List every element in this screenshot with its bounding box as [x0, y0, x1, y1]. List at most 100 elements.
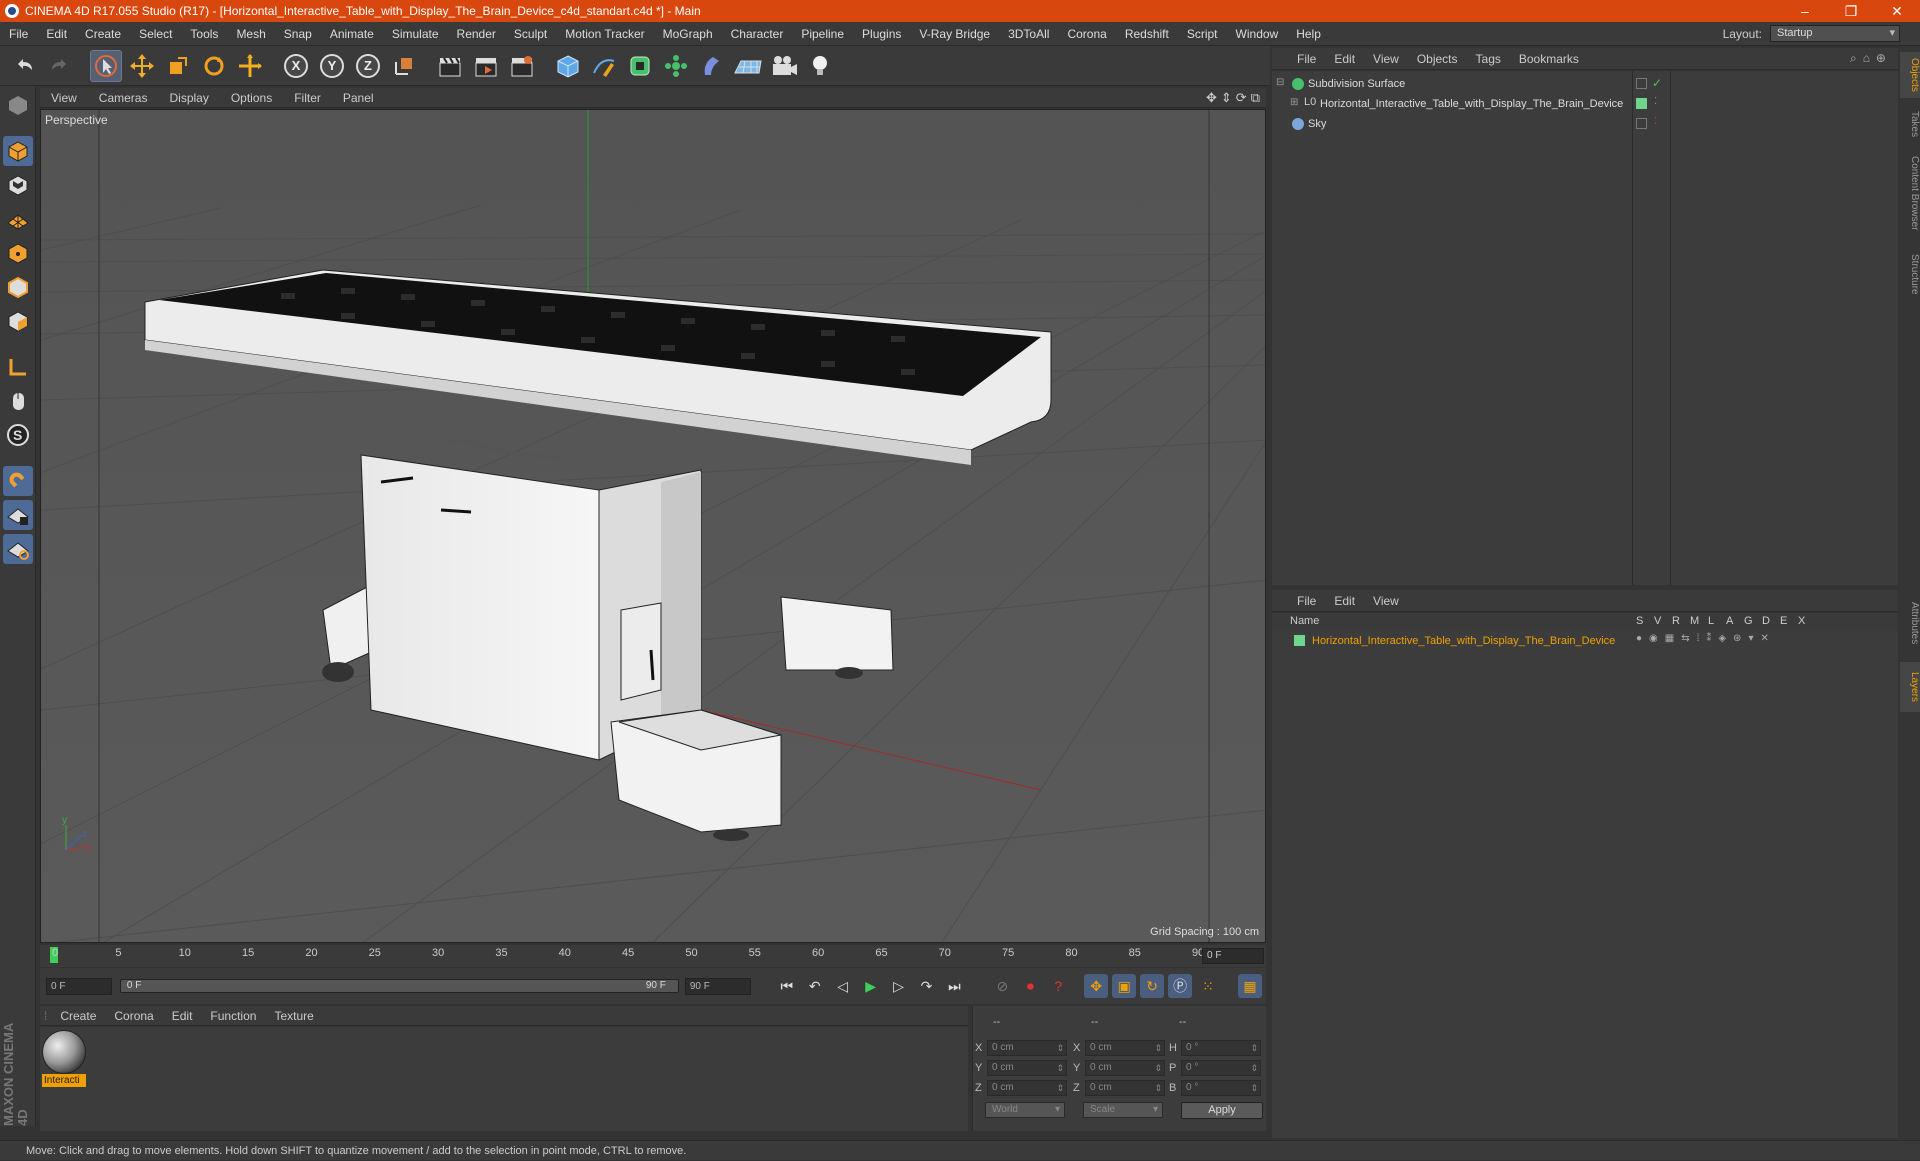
tab-takes[interactable]: Takes: [1900, 104, 1920, 144]
menu-motion-tracker[interactable]: Motion Tracker: [556, 27, 653, 41]
key-scale-button[interactable]: ▣: [1112, 974, 1137, 998]
undo-button[interactable]: [8, 50, 40, 82]
render-view-button[interactable]: [434, 50, 466, 82]
add-cube-button[interactable]: [552, 50, 584, 82]
rot-b-field[interactable]: 0 °: [1181, 1080, 1261, 1096]
enabled-check-icon[interactable]: ✓: [1652, 76, 1662, 90]
tab-objects[interactable]: Objects: [1900, 52, 1920, 98]
next-key-button[interactable]: ↷: [915, 974, 939, 998]
menu-animate[interactable]: Animate: [321, 27, 383, 41]
key-rotation-button[interactable]: ↻: [1140, 974, 1165, 998]
layer-menu-view[interactable]: View: [1364, 594, 1408, 608]
material-menu-edit[interactable]: Edit: [163, 1009, 202, 1023]
menu-sculpt[interactable]: Sculpt: [505, 27, 556, 41]
size-mode-dropdown[interactable]: Scale: [1083, 1102, 1163, 1118]
menu-mesh[interactable]: Mesh: [227, 27, 274, 41]
layer-col-deformers[interactable]: D: [1762, 615, 1770, 627]
add-camera-button[interactable]: [768, 50, 800, 82]
move-tool[interactable]: [126, 50, 158, 82]
live-selection-tool[interactable]: [90, 49, 122, 82]
menu-file[interactable]: File: [0, 27, 37, 41]
layer-menu-edit[interactable]: Edit: [1325, 594, 1364, 608]
editor-visibility-toggle[interactable]: [1636, 78, 1647, 89]
menu-vray-bridge[interactable]: V-Ray Bridge: [910, 27, 999, 41]
menu-create[interactable]: Create: [76, 27, 130, 41]
menu-simulate[interactable]: Simulate: [383, 27, 448, 41]
layer-toggle-icons[interactable]: ●◉▦⇆⁞⁑◈⊛▾✕: [1636, 633, 1776, 644]
tab-content-browser[interactable]: Content Browser: [1900, 148, 1920, 238]
menu-mograph[interactable]: MoGraph: [654, 27, 722, 41]
object-row-table[interactable]: ⊞ L0 Horizontal_Interactive_Table_with_D…: [1272, 95, 1898, 114]
size-z-field[interactable]: 0 cm: [1085, 1080, 1165, 1096]
polygons-mode-button[interactable]: [3, 306, 33, 336]
maximize-view-icon[interactable]: ⧉: [1251, 90, 1260, 106]
viewport-menu-display[interactable]: Display: [158, 91, 219, 105]
add-deformer-button[interactable]: [696, 50, 728, 82]
viewport-menu-panel[interactable]: Panel: [332, 91, 385, 105]
workplane-rotate-button[interactable]: [3, 534, 33, 564]
pos-z-field[interactable]: 0 cm: [987, 1080, 1067, 1096]
object-manager-nav-icons[interactable]: ⌕⌂⊕: [1850, 51, 1892, 66]
start-frame-field[interactable]: 0 F: [46, 977, 112, 995]
add-array-button[interactable]: [660, 50, 692, 82]
menu-corona[interactable]: Corona: [1058, 27, 1115, 41]
viewport-menu-options[interactable]: Options: [220, 91, 283, 105]
render-settings-button[interactable]: [506, 50, 538, 82]
key-parameter-button[interactable]: Ⓟ: [1168, 974, 1193, 998]
expand-icon[interactable]: ⊞: [1290, 97, 1298, 108]
layer-col-xref[interactable]: X: [1798, 615, 1805, 627]
editor-visibility-toggle[interactable]: [1636, 118, 1647, 129]
material-swatch[interactable]: Interacti: [42, 1030, 86, 1088]
add-light-button[interactable]: [804, 50, 836, 82]
tab-layers[interactable]: Layers: [1900, 662, 1920, 712]
add-generator-button[interactable]: [624, 50, 656, 82]
lock-workplane-button[interactable]: [3, 500, 33, 530]
current-frame-field[interactable]: 0 F: [1202, 948, 1264, 964]
texture-mode-button[interactable]: [3, 170, 33, 200]
tab-attributes[interactable]: Attributes: [1900, 588, 1920, 658]
object-menu-tags[interactable]: Tags: [1467, 52, 1510, 66]
tab-structure[interactable]: Structure: [1900, 244, 1920, 304]
minimize-button[interactable]: –: [1782, 3, 1828, 19]
end-frame-field[interactable]: 90 F: [684, 977, 751, 995]
viewport-menu-view[interactable]: View: [40, 91, 88, 105]
go-to-end-button[interactable]: ⏭: [942, 974, 966, 998]
redo-button[interactable]: [44, 50, 76, 82]
restore-button[interactable]: ❐: [1828, 3, 1874, 20]
play-button[interactable]: ▶: [859, 974, 883, 998]
layer-row[interactable]: Horizontal_Interactive_Table_with_Displa…: [1272, 632, 1898, 651]
x-axis-lock[interactable]: X: [280, 50, 312, 82]
coordinate-system-toggle[interactable]: [388, 50, 420, 82]
size-x-field[interactable]: 0 cm: [1085, 1040, 1165, 1056]
record-keys-button[interactable]: ⏺: [1018, 974, 1042, 998]
menu-character[interactable]: Character: [722, 27, 793, 41]
object-menu-edit[interactable]: Edit: [1325, 52, 1364, 66]
layer-col-locked[interactable]: L: [1708, 615, 1714, 627]
object-menu-objects[interactable]: Objects: [1408, 52, 1467, 66]
object-menu-file[interactable]: File: [1288, 52, 1325, 66]
key-pla-button[interactable]: ⁙: [1196, 974, 1220, 998]
menu-plugins[interactable]: Plugins: [853, 27, 910, 41]
object-menu-bookmarks[interactable]: Bookmarks: [1510, 52, 1588, 66]
rot-h-field[interactable]: 0 °: [1181, 1040, 1261, 1056]
go-to-start-button[interactable]: ⏮: [775, 974, 799, 998]
apply-button[interactable]: Apply: [1181, 1102, 1263, 1119]
make-editable-button[interactable]: [3, 90, 33, 120]
add-floor-button[interactable]: [732, 50, 764, 82]
scale-tool[interactable]: [162, 50, 194, 82]
layout-dropdown[interactable]: Startup: [1770, 25, 1900, 42]
pos-y-field[interactable]: 0 cm: [987, 1060, 1067, 1076]
viewport-menu-cameras[interactable]: Cameras: [88, 91, 159, 105]
model-mode-button[interactable]: [3, 136, 33, 166]
frame-range-slider[interactable]: 0 F 90 F: [119, 979, 679, 993]
layer-color-swatch[interactable]: [1294, 635, 1305, 646]
render-dots-icon[interactable]: ⁚: [1654, 116, 1657, 127]
key-position-button[interactable]: ✥: [1084, 974, 1109, 998]
previous-frame-button[interactable]: ◁: [831, 974, 855, 998]
object-row-sky[interactable]: Sky ⁚: [1272, 115, 1898, 134]
layer-col-solo[interactable]: S: [1636, 615, 1643, 627]
material-menu-texture[interactable]: Texture: [265, 1009, 322, 1023]
material-menu-function[interactable]: Function: [201, 1009, 265, 1023]
y-axis-lock[interactable]: Y: [316, 50, 348, 82]
menu-snap[interactable]: Snap: [275, 27, 321, 41]
